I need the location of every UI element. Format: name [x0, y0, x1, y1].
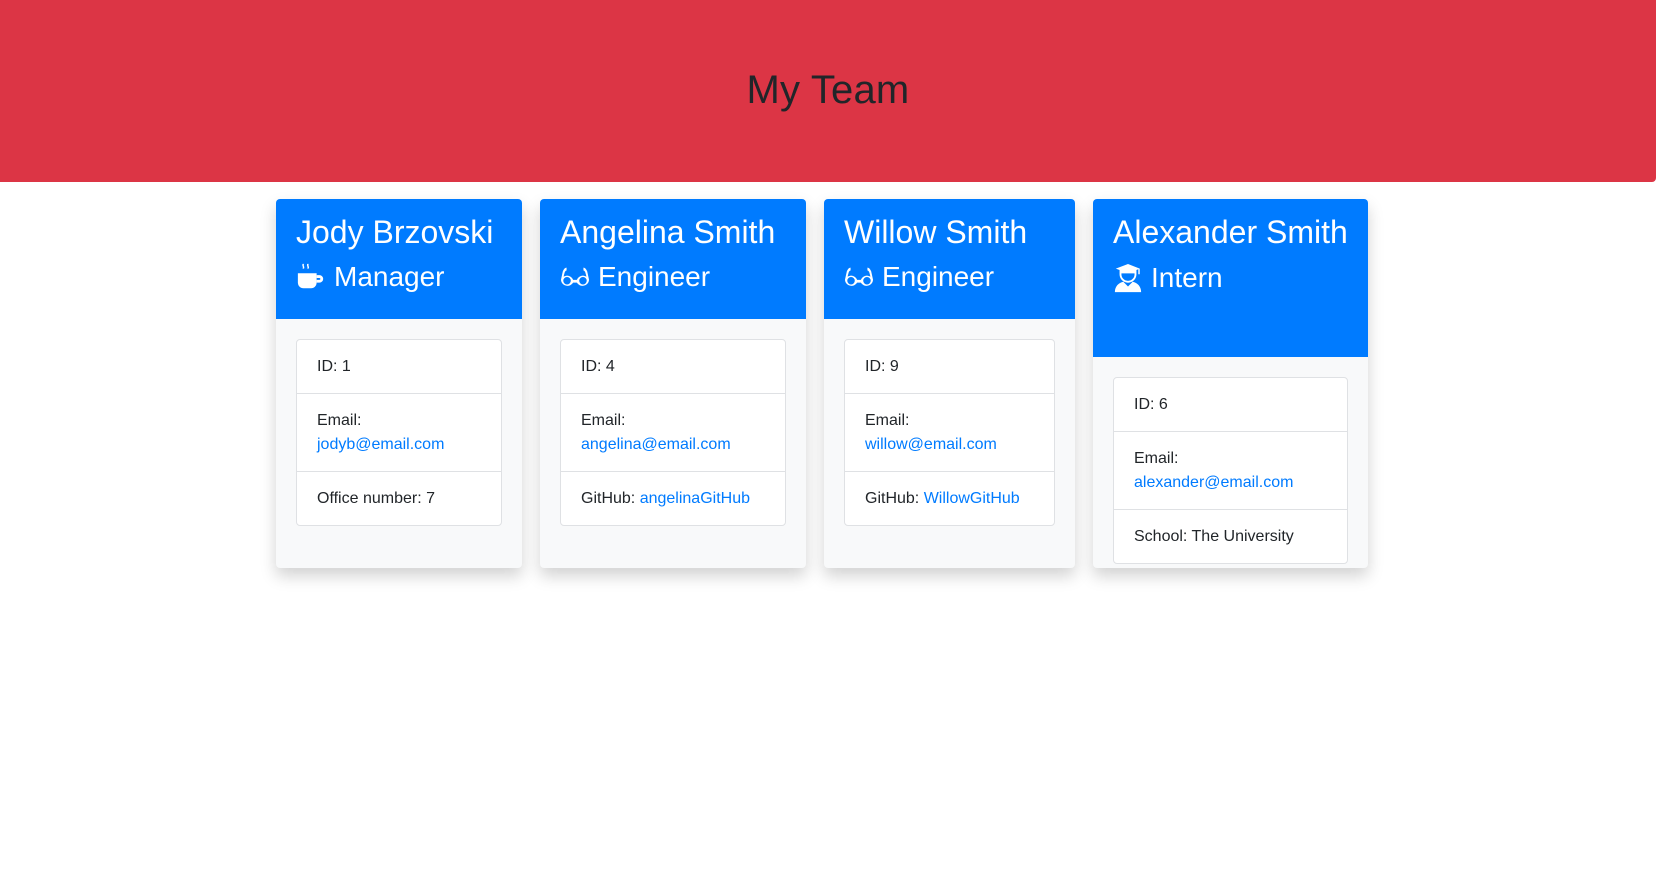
email-link[interactable]: jodyb@email.com	[317, 436, 444, 453]
office-number: Office number: 7	[317, 490, 435, 507]
employee-card-engineer: Willow Smith Engineer ID: 9 Email: willo…	[824, 199, 1075, 568]
email-link[interactable]: willow@email.com	[865, 436, 997, 453]
employee-email: Email: jodyb@email.com	[297, 394, 501, 472]
employee-name: Jody Brzovski	[296, 214, 494, 250]
employee-role: Intern	[1113, 261, 1348, 295]
employee-details: ID: 1 Email: jodyb@email.com Office numb…	[296, 339, 502, 526]
email-label: Email:	[1134, 450, 1179, 467]
employee-name: Alexander Smith	[1113, 214, 1348, 250]
role-label: Intern	[1151, 262, 1223, 293]
email-link[interactable]: angelina@email.com	[581, 436, 731, 453]
employee-id: ID: 1	[297, 340, 501, 394]
header-banner: My Team	[0, 0, 1656, 182]
employee-id: ID: 6	[1114, 378, 1347, 432]
employee-details: ID: 9 Email: willow@email.com GitHub: Wi…	[844, 339, 1055, 526]
employee-id: ID: 4	[561, 340, 785, 394]
employee-card-manager: Jody Brzovski Manager ID: 1 Email: jodyb…	[276, 199, 522, 568]
card-body: ID: 9 Email: willow@email.com GitHub: Wi…	[824, 319, 1075, 546]
email-link[interactable]: alexander@email.com	[1134, 474, 1293, 491]
school-row: School: The University	[1134, 528, 1294, 545]
employee-role: Engineer	[560, 260, 786, 294]
page-title: My Team	[746, 67, 910, 112]
employee-role: Manager	[296, 260, 502, 294]
employee-role: Engineer	[844, 260, 1055, 294]
employee-email: Email: alexander@email.com	[1114, 432, 1347, 510]
employee-details: ID: 6 Email: alexander@email.com School:…	[1113, 377, 1348, 564]
coffee-icon	[297, 263, 324, 289]
role-label: Engineer	[882, 261, 995, 292]
employee-card-engineer: Angelina Smith Engineer ID: 4 Email: ang…	[540, 199, 806, 568]
glasses-icon	[844, 267, 874, 286]
email-label: Email:	[317, 412, 362, 429]
github-row: GitHub: WillowGitHub	[845, 472, 1054, 525]
github-row: GitHub: angelinaGitHub	[561, 472, 785, 525]
employee-details: ID: 4 Email: angelina@email.com GitHub: …	[560, 339, 786, 526]
github-link[interactable]: WillowGitHub	[924, 490, 1020, 507]
card-header: Angelina Smith Engineer	[540, 199, 806, 319]
email-label: Email:	[865, 412, 910, 429]
role-label: Engineer	[598, 261, 711, 292]
email-label: Email:	[581, 412, 626, 429]
glasses-icon	[560, 267, 590, 286]
employee-card-intern: Alexander Smith Intern ID: 6 Email: alex…	[1093, 199, 1368, 568]
employee-id: ID: 9	[845, 340, 1054, 394]
role-label: Manager	[334, 261, 445, 292]
card-header: Jody Brzovski Manager	[276, 199, 522, 319]
github-label: GitHub:	[581, 490, 640, 507]
employee-name: Angelina Smith	[560, 214, 776, 250]
card-body: ID: 6 Email: alexander@email.com School:…	[1093, 357, 1368, 568]
employee-name: Willow Smith	[844, 214, 1028, 250]
card-body: ID: 4 Email: angelina@email.com GitHub: …	[540, 319, 806, 546]
card-body: ID: 1 Email: jodyb@email.com Office numb…	[276, 319, 522, 546]
card-header: Willow Smith Engineer	[824, 199, 1075, 319]
github-label: GitHub:	[865, 490, 924, 507]
graduate-icon	[1114, 263, 1142, 293]
card-header: Alexander Smith Intern	[1093, 199, 1368, 357]
employee-email: Email: angelina@email.com	[561, 394, 785, 472]
github-link[interactable]: angelinaGitHub	[640, 490, 750, 507]
employee-email: Email: willow@email.com	[845, 394, 1054, 472]
